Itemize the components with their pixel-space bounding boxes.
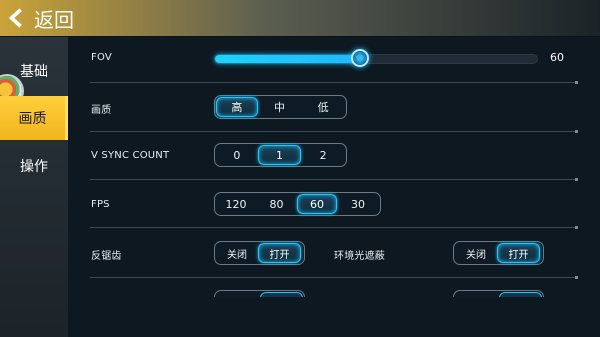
quality-option-medium[interactable]: 中 [258, 97, 302, 117]
divider [90, 81, 578, 84]
antialias-toggle: 关闭 打开 [214, 241, 305, 265]
quality-selector: 高 中 低 [214, 95, 347, 119]
sidebar-item-graphics[interactable]: 画质 [0, 96, 68, 140]
vsync-selector: 0 1 2 [214, 143, 347, 167]
quality-option-high[interactable]: 高 [216, 97, 258, 117]
back-label: 返回 [34, 7, 74, 32]
ao-option-on[interactable]: 打开 [497, 243, 540, 263]
sidebar-item-label: 画质 [18, 111, 47, 127]
fps-option-30[interactable]: 30 [337, 194, 379, 214]
fps-option-80[interactable]: 80 [256, 194, 297, 214]
sidebar-item-label: 操作 [20, 159, 48, 175]
divider [90, 226, 578, 229]
vsync-label: V SYNC COUNT [91, 150, 170, 161]
fov-value: 60 [550, 51, 564, 64]
ao-toggle: 关闭 打开 [453, 241, 544, 265]
fov-slider[interactable] [214, 49, 538, 67]
partial-toggle-selected [260, 292, 303, 297]
partial-toggle-right[interactable] [453, 290, 544, 297]
settings-panel: FOV 60 画质 高 中 低 V SYNC COUNT 0 1 2 FPS 1… [68, 37, 600, 337]
vsync-option-0[interactable]: 0 [216, 145, 258, 165]
fps-option-60[interactable]: 60 [297, 194, 337, 214]
fps-option-120[interactable]: 120 [216, 194, 256, 214]
top-header: 返回 [0, 0, 600, 37]
divider [90, 130, 578, 133]
partial-toggle-left[interactable] [214, 290, 305, 297]
sidebar-item-label: 基础 [20, 64, 48, 80]
back-button[interactable]: 返回 [6, 4, 74, 32]
quality-label: 画质 [91, 105, 112, 116]
vsync-option-1[interactable]: 1 [257, 145, 302, 165]
sidebar: 基础 画质 操作 [0, 37, 68, 337]
ao-option-off[interactable]: 关闭 [455, 243, 497, 263]
fps-selector: 120 80 60 30 [214, 192, 381, 216]
chevron-left-icon [8, 8, 22, 28]
antialias-label: 反锯齿 [91, 251, 122, 262]
fov-slider-handle[interactable] [350, 49, 369, 67]
vsync-option-2[interactable]: 2 [301, 145, 345, 165]
fov-label: FOV [91, 52, 112, 63]
ao-label: 环境光遮蔽 [334, 251, 385, 262]
fps-label: FPS [91, 199, 110, 210]
fov-slider-fill [215, 55, 360, 63]
quality-option-low[interactable]: 低 [301, 97, 345, 117]
divider [90, 276, 578, 279]
sidebar-item-basic[interactable]: 基础 [0, 49, 68, 93]
partial-toggle-selected [499, 292, 542, 297]
antialias-option-off[interactable]: 关闭 [216, 243, 258, 263]
divider [90, 178, 578, 181]
antialias-option-on[interactable]: 打开 [258, 243, 301, 263]
sidebar-item-controls[interactable]: 操作 [0, 144, 68, 188]
